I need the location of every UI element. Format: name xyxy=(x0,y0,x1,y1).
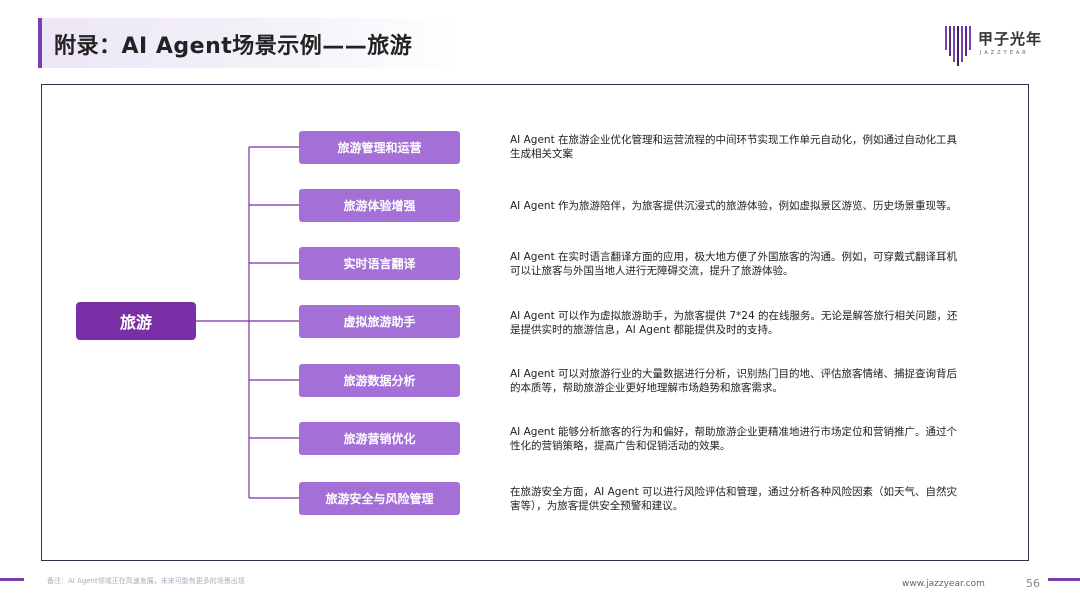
footer-note: 备注：AI Agent领域正在高速发展，未来可能有更多的场景出现 xyxy=(47,577,245,585)
branch-node: 旅游营销优化 xyxy=(299,422,460,455)
root-node: 旅游 xyxy=(76,302,196,340)
branch-node: 实时语言翻译 xyxy=(299,247,460,280)
branch-node: 旅游安全与风险管理 xyxy=(299,482,460,515)
branch-node: 旅游体验增强 xyxy=(299,189,460,222)
branch-description: AI Agent 在实时语言翻译方面的应用，极大地方便了外国旅客的沟通。例如，可… xyxy=(510,251,958,277)
page-number: 56 xyxy=(1026,577,1040,590)
footer-url: www.jazzyear.com xyxy=(902,579,985,589)
branch-description: AI Agent 在旅游企业优化管理和运营流程的中间环节实现工作单元自动化，例如… xyxy=(510,134,958,160)
branch-description: AI Agent 能够分析旅客的行为和偏好，帮助旅游企业更精准地进行市场定位和营… xyxy=(510,426,958,452)
footer-accent-right xyxy=(1048,578,1080,581)
branch-description: AI Agent 可以对旅游行业的大量数据进行分析，识别热门目的地、评估旅客情绪… xyxy=(510,368,958,394)
branch-description: 在旅游安全方面，AI Agent 可以进行风险评估和管理，通过分析各种风险因素（… xyxy=(510,486,958,512)
branch-node: 虚拟旅游助手 xyxy=(299,305,460,338)
branch-node: 旅游数据分析 xyxy=(299,364,460,397)
footer-accent-left xyxy=(0,578,24,581)
branch-description: AI Agent 可以作为虚拟旅游助手，为旅客提供 7*24 的在线服务。无论是… xyxy=(510,310,958,336)
branch-node: 旅游管理和运营 xyxy=(299,131,460,164)
branch-description: AI Agent 作为旅游陪伴，为旅客提供沉浸式的旅游体验，例如虚拟景区游览、历… xyxy=(510,200,958,212)
